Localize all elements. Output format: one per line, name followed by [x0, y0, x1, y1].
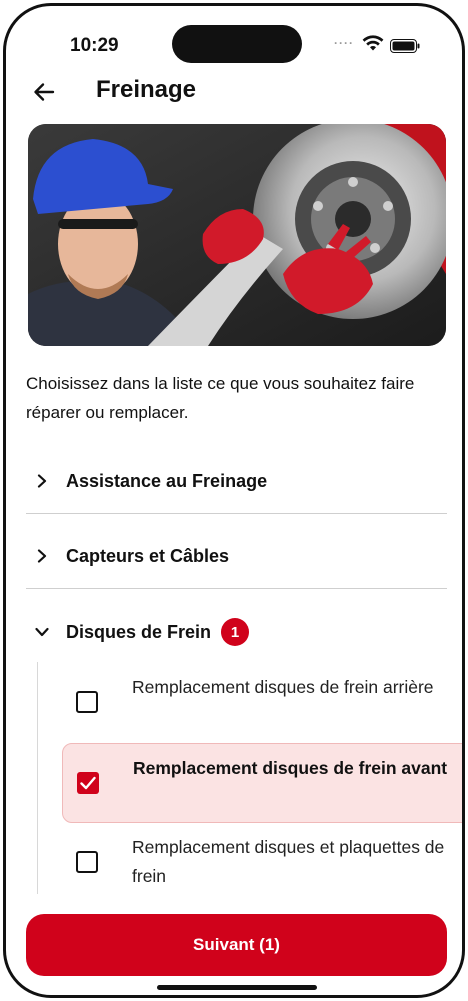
option-disques-arriere[interactable]: Remplacement disques de frein arrière: [62, 663, 462, 743]
battery-icon: [390, 39, 420, 53]
hero-image: [28, 124, 446, 346]
dynamic-island: [172, 25, 302, 63]
checkmark-icon: [80, 776, 96, 790]
section-capteurs-cables[interactable]: Capteurs et Câbles: [26, 524, 447, 588]
sub-list-indent-line: [37, 662, 38, 894]
divider: [26, 513, 447, 514]
signal-icon: ····: [334, 36, 354, 50]
chevron-right-icon: [30, 544, 54, 568]
section-disques-frein[interactable]: Disques de Frein 1: [26, 600, 447, 664]
checkbox[interactable]: [76, 691, 98, 713]
option-disques-plaquettes[interactable]: Remplacement disques et plaquettes de fr…: [62, 823, 462, 903]
section-label: Disques de Frein: [66, 621, 212, 642]
option-disques-avant[interactable]: Remplacement disques de frein avant: [62, 743, 462, 823]
home-indicator: [157, 985, 317, 990]
section-assistance-freinage[interactable]: Assistance au Freinage: [26, 449, 447, 513]
chevron-down-icon: [30, 620, 54, 644]
phone-frame: 10:29 ···· Freinage Choisissez dans la l…: [3, 3, 465, 998]
intro-text: Choisissez dans la liste ce que vous sou…: [26, 374, 415, 422]
section-label: Capteurs et Câbles: [66, 545, 230, 566]
page-title: Freinage: [96, 76, 197, 103]
option-label: Remplacement disques de frein avant: [133, 758, 448, 778]
count-badge: 1: [221, 618, 250, 646]
divider: [26, 588, 447, 589]
status-time: 10:29: [70, 35, 119, 56]
option-label: Remplacement disques et plaquettes de fr…: [132, 837, 445, 886]
back-button[interactable]: [26, 74, 62, 110]
option-label: Remplacement disques de frein arrière: [132, 677, 434, 697]
checkbox-checked[interactable]: [77, 772, 99, 794]
wifi-icon: [362, 35, 384, 51]
arrow-left-icon: [34, 83, 55, 101]
status-bar: 10:29 ····: [6, 6, 462, 76]
chevron-right-icon: [30, 469, 54, 493]
checkbox[interactable]: [76, 851, 98, 873]
next-button[interactable]: Suivant (1): [26, 914, 447, 976]
section-label: Assistance au Freinage: [66, 470, 268, 491]
